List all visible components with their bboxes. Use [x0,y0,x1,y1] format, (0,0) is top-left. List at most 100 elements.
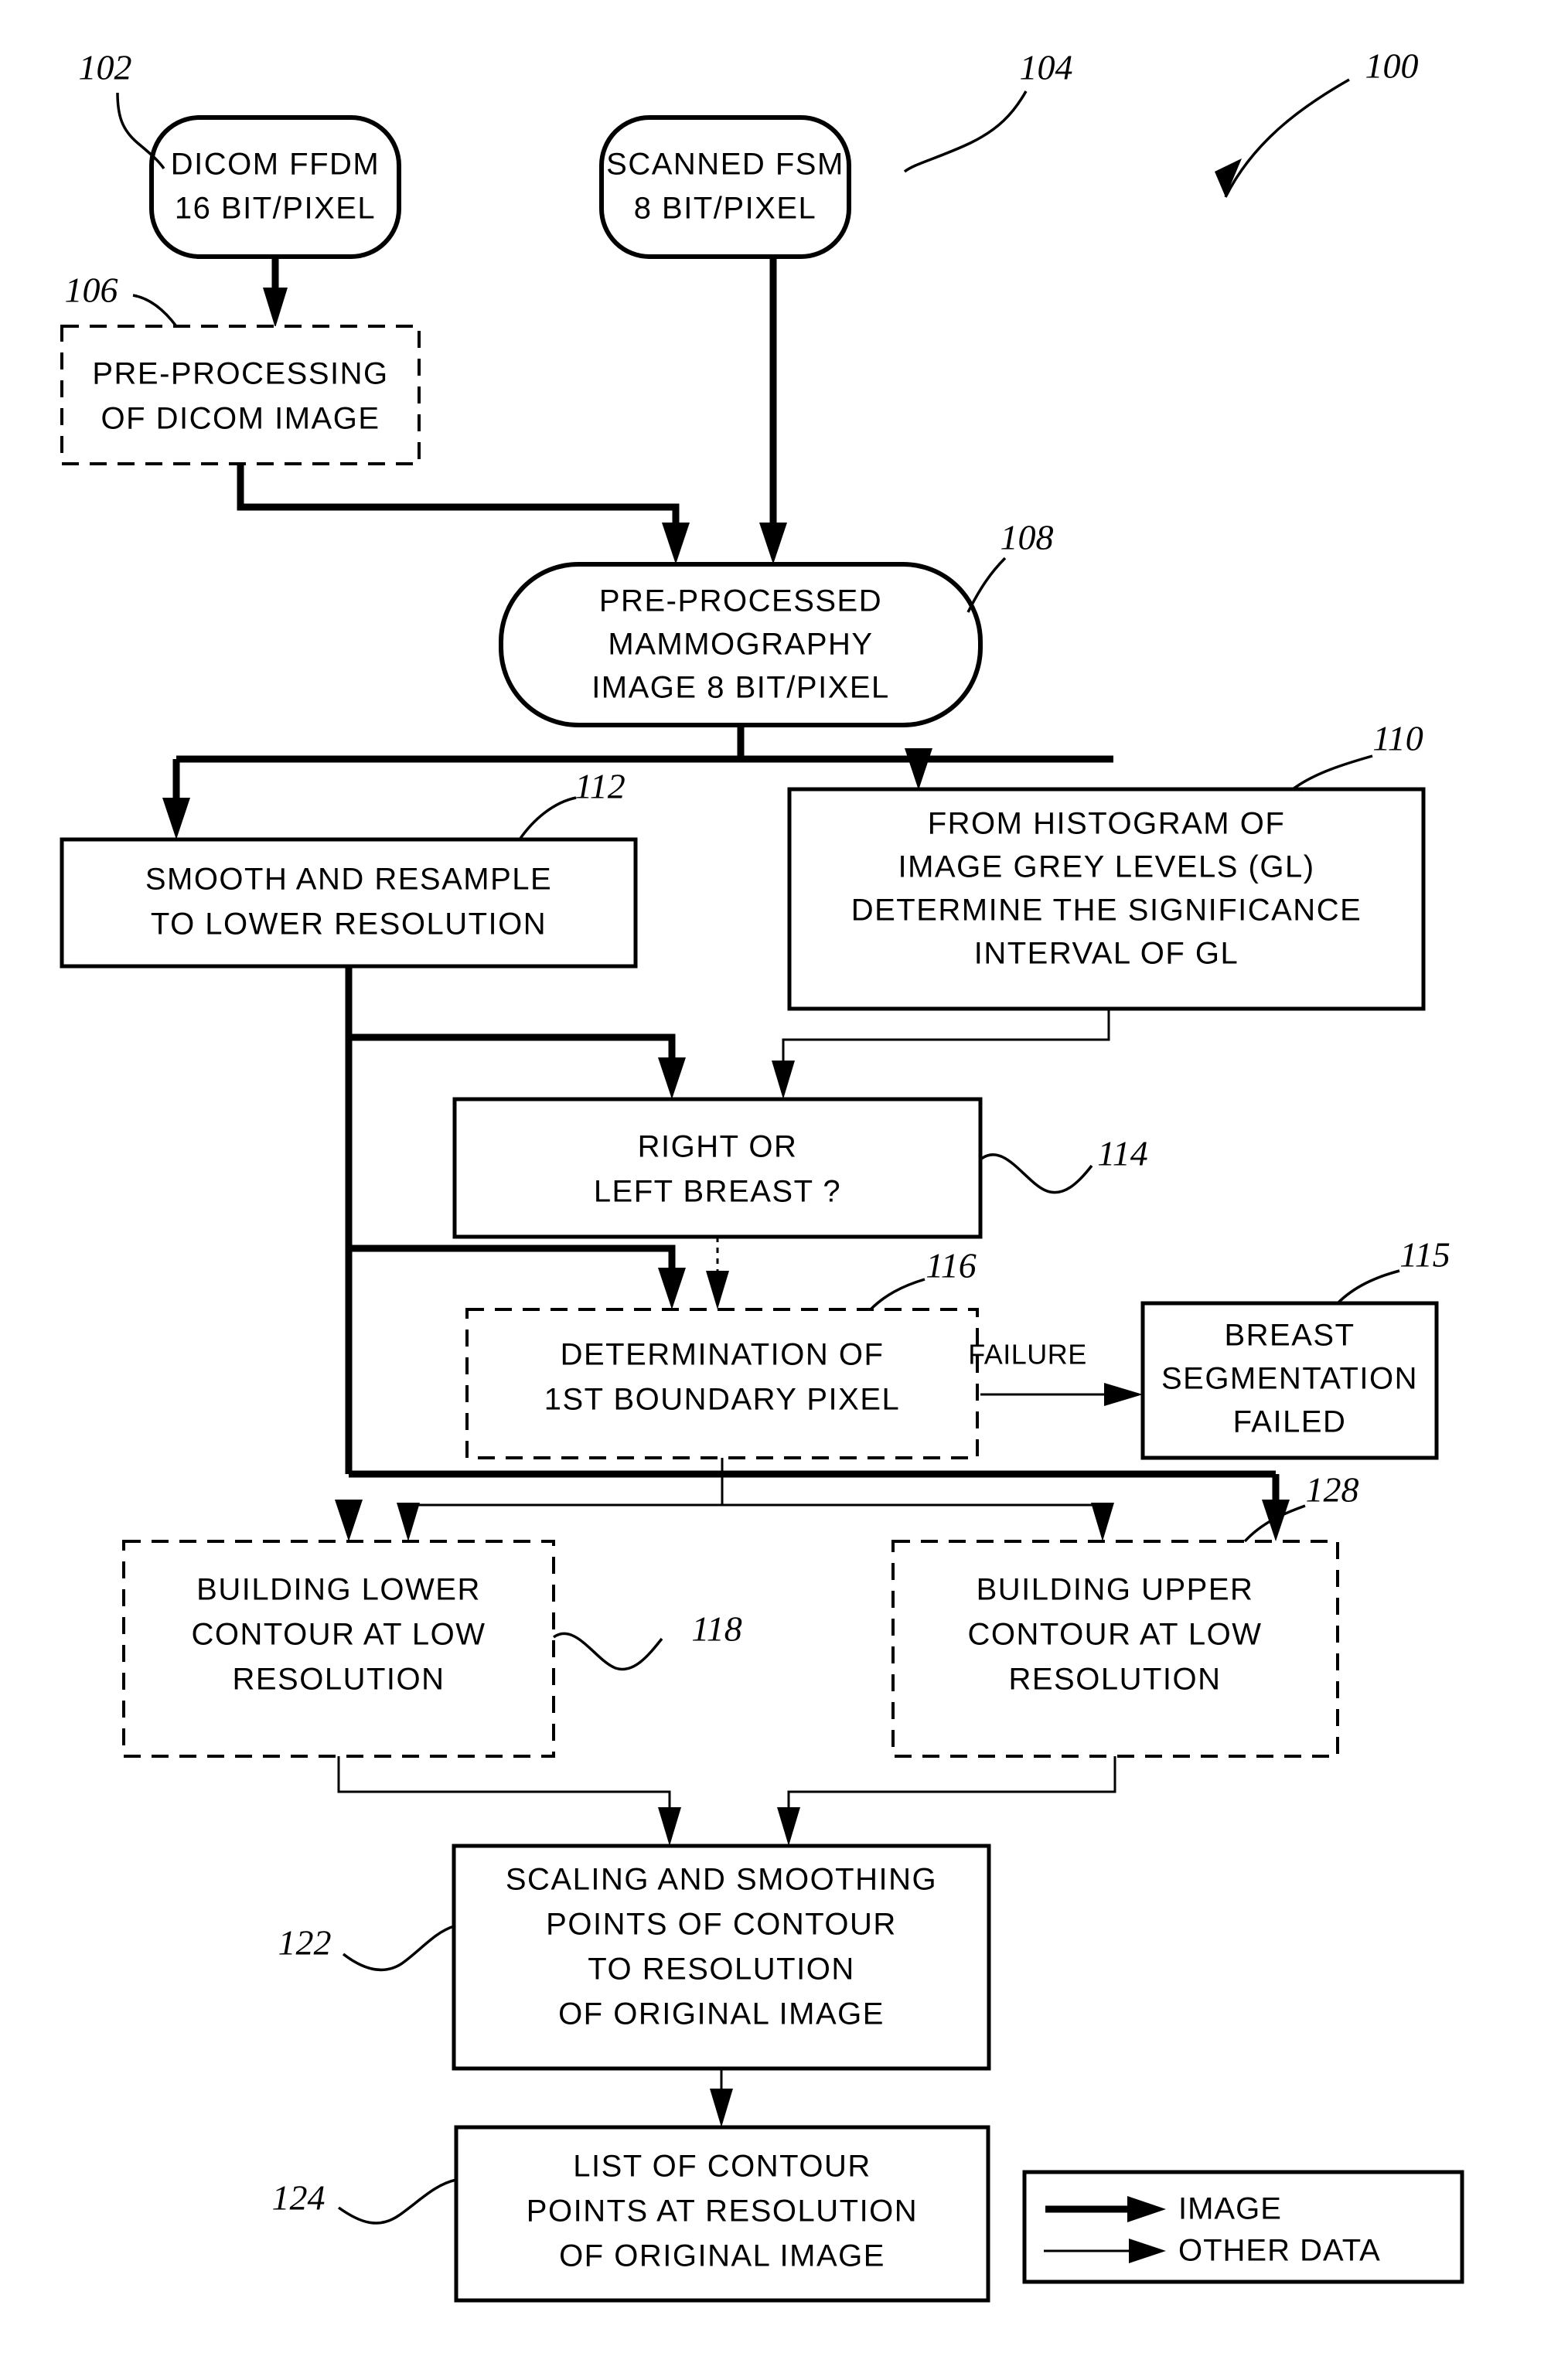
ref-label-110: 110 [1372,719,1423,758]
node-dicom-ffdm-line1: DICOM FFDM [171,148,380,182]
leader-line-115 [1336,1269,1400,1305]
leader-line-112 [518,796,577,840]
node-preprocessing-dicom[interactable]: PRE-PROCESSING OF DICOM IMAGE [60,325,421,465]
node-dicom-ffdm-shape[interactable] [149,115,401,259]
node-dicom-ffdm[interactable]: DICOM FFDM 16 BIT/PIXEL [149,115,401,259]
ref-122: 122 [278,1923,455,1972]
node-upper-contour-line2: CONTOUR AT LOW [967,1618,1262,1652]
ref-label-128: 128 [1306,1470,1359,1510]
ref-114: 114 [979,1134,1148,1194]
node-histogram-significance[interactable]: FROM HISTOGRAM OF IMAGE GREY LEVELS (GL)… [787,787,1426,1011]
edge-104-to-108 [759,257,787,564]
node-preprocessing-dicom-line2: OF DICOM IMAGE [101,402,380,436]
ref-108: 108 [966,518,1054,613]
node-scaling-line1: SCALING AND SMOOTHING [506,1863,937,1897]
node-scanned-fsm-shape[interactable] [599,115,851,259]
node-building-upper-contour[interactable]: BUILDING UPPER CONTOUR AT LOW RESOLUTION [891,1540,1339,1758]
leader-line-110 [1291,754,1373,791]
edge-112-114-line [349,1033,676,1074]
node-list-contour-points[interactable]: LIST OF CONTOUR POINTS AT RESOLUTION OF … [454,2125,990,2303]
leader-line-108 [966,557,1007,613]
legend-label-image: IMAGE [1178,2192,1282,2226]
edge-112-114-arrow [658,1057,686,1099]
node-preprocessing-dicom-line1: PRE-PROCESSING [92,357,388,391]
node-lower-contour-line3: RESOLUTION [232,1663,445,1697]
ref-label-122: 122 [278,1923,332,1963]
node-scaling-smoothing[interactable]: SCALING AND SMOOTHING POINTS OF CONTOUR … [452,1844,991,2071]
node-scanned-fsm[interactable]: SCANNED FSM 8 BIT/PIXEL [599,115,851,259]
ref-102: 102 [79,48,165,170]
node-list-contour-line3: OF ORIGINAL IMAGE [559,2239,885,2273]
ref-label-114: 114 [1097,1134,1148,1173]
legend: IMAGE OTHER DATA [1022,2170,1464,2284]
ref-label-106: 106 [65,271,118,310]
node-list-contour-line2: POINTS AT RESOLUTION [527,2194,918,2228]
node-list-contour-line1: LIST OF CONTOUR [573,2150,871,2184]
ref-118: 118 [552,1609,742,1671]
node-preprocessed-mammography-line1: PRE-PROCESSED [599,584,882,618]
edge-116-115-arrow [1104,1383,1143,1406]
node-dicom-ffdm-line2: 16 BIT/PIXEL [175,192,376,226]
node-building-lower-contour[interactable]: BUILDING LOWER CONTOUR AT LOW RESOLUTION [122,1540,555,1758]
node-breast-segmentation-failed[interactable]: BREAST SEGMENTATION FAILED [1140,1301,1439,1460]
ref-label-104: 104 [1020,48,1073,87]
figure-ref-100: 100 [1215,46,1419,198]
node-right-or-left-breast[interactable]: RIGHT OR LEFT BREAST ? [452,1097,983,1239]
node-seg-failed-line3: FAILED [1233,1405,1347,1439]
leader-line-124 [337,2178,457,2225]
edge-112-116-line [349,1244,676,1285]
leader-line-118 [552,1632,663,1671]
node-preprocessing-dicom-shape[interactable] [60,325,421,465]
edge-contours-to-122 [337,1756,1116,1846]
node-determination-boundary-pixel[interactable]: DETERMINATION OF 1ST BOUNDARY PIXEL [465,1308,979,1459]
edge-128-122-arrow [777,1807,800,1846]
node-histogram-line3: DETERMINE THE SIGNIFICANCE [851,894,1362,928]
ref-label-100: 100 [1365,46,1419,86]
edge-122-124-arrow [710,2089,733,2127]
edge-110-114-arrow [772,1061,795,1099]
edge-110-114-line [782,1009,1110,1076]
edge-110-to-114 [772,1009,1110,1099]
node-scanned-fsm-line1: SCANNED FSM [606,148,844,182]
leader-line-114 [979,1153,1093,1194]
node-scaling-line3: TO RESOLUTION [588,1953,854,1987]
ref-116: 116 [869,1246,977,1311]
node-histogram-line2: IMAGE GREY LEVELS (GL) [898,850,1314,884]
ref-label-112: 112 [574,767,626,806]
edge-bus-to-112-arrow [162,798,190,839]
node-preprocessed-mammography-line3: IMAGE 8 BIT/PIXEL [591,671,890,705]
edge-118-122-arrow [658,1807,681,1846]
flowchart-canvas: 100 DICOM FFDM 16 BIT/PIXEL 102 SCANNED … [60,46,1464,2303]
edge-thin-to-118-arrow [397,1503,420,1541]
edge-bus-to-128-arrow [1262,1500,1290,1541]
edge-bus-to-110-arrow [905,748,932,790]
edge-102-106-arrow [263,288,288,328]
node-upper-contour-line3: RESOLUTION [1008,1663,1221,1697]
ref-label-118: 118 [691,1609,742,1649]
node-smooth-resample-line1: SMOOTH AND RESAMPLE [145,863,552,897]
node-right-or-left-breast-shape[interactable] [452,1097,983,1239]
leader-line-100 [1224,78,1350,198]
node-preprocessed-mammography[interactable]: PRE-PROCESSED MAMMOGRAPHY IMAGE 8 BIT/PI… [499,562,983,727]
edge-114-to-116 [706,1237,729,1309]
edge-122-to-124 [710,2068,733,2127]
node-determination-line2: 1ST BOUNDARY PIXEL [544,1383,901,1417]
node-lower-contour-line1: BUILDING LOWER [196,1573,481,1607]
ref-110: 110 [1291,719,1423,791]
node-smooth-resample[interactable]: SMOOTH AND RESAMPLE TO LOWER RESOLUTION [60,837,638,969]
node-scaling-line2: POINTS OF CONTOUR [546,1908,897,1942]
leader-line-122 [342,1925,455,1972]
node-histogram-line1: FROM HISTOGRAM OF [928,807,1286,841]
edge-106-108-line [237,464,680,541]
node-determination-line1: DETERMINATION OF [561,1338,885,1372]
edge-106-108-arrow [662,523,690,564]
node-smooth-resample-line2: TO LOWER RESOLUTION [151,907,547,941]
edge-112-to-116 [349,1244,686,1309]
node-lower-contour-line2: CONTOUR AT LOW [191,1618,486,1652]
node-breast-q-line2: LEFT BREAST ? [594,1175,841,1209]
edge-128-122-line [787,1756,1116,1821]
edge-114-116-arrow [706,1271,729,1309]
node-smooth-resample-shape[interactable] [60,837,638,969]
ref-104: 104 [903,48,1073,173]
ref-112: 112 [518,767,626,840]
